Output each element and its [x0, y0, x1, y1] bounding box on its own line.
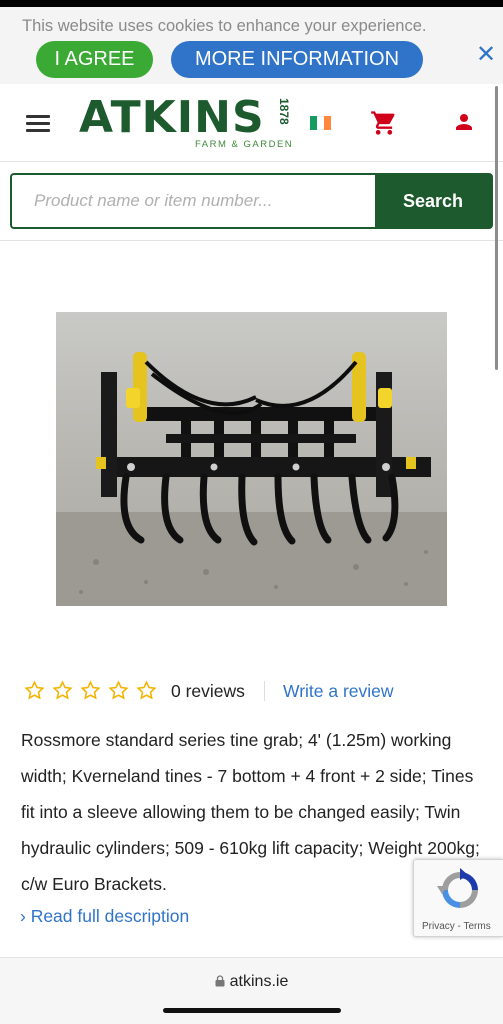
divider — [0, 240, 503, 241]
menu-icon[interactable] — [26, 115, 50, 133]
divider — [264, 681, 265, 701]
star-icon — [108, 680, 129, 700]
rating-row: 0 reviews Write a review — [24, 680, 484, 704]
lock-icon — [215, 975, 225, 987]
agree-button[interactable]: I AGREE — [36, 41, 153, 78]
product-image[interactable] — [56, 312, 447, 606]
recaptcha-icon — [437, 868, 478, 908]
write-review-link[interactable]: Write a review — [283, 681, 394, 702]
star-rating[interactable] — [24, 680, 157, 704]
recaptcha-links[interactable]: Privacy - Terms — [422, 921, 491, 932]
user-icon[interactable] — [452, 110, 476, 134]
url-field[interactable]: atkins.ie — [0, 973, 503, 991]
cookie-message: This website uses cookies to enhance you… — [22, 17, 427, 35]
search-button[interactable]: Search — [375, 175, 491, 227]
star-icon — [24, 680, 45, 700]
read-full-description-link[interactable]: › Read full description — [20, 906, 189, 927]
logo-tagline: FARM & GARDEN — [195, 139, 294, 150]
cookie-banner: This website uses cookies to enhance you… — [0, 7, 503, 84]
cart-icon[interactable] — [370, 109, 398, 137]
star-icon — [136, 680, 157, 700]
search-bar: Search — [10, 173, 493, 229]
more-information-button[interactable]: MORE INFORMATION — [171, 41, 423, 78]
logo-year: 1878 — [277, 98, 291, 125]
reviews-count[interactable]: 0 reviews — [171, 681, 245, 702]
star-icon — [52, 680, 73, 700]
search-input[interactable] — [12, 175, 376, 227]
close-icon[interactable]: ✕ — [474, 43, 498, 67]
star-icon — [80, 680, 101, 700]
site-logo[interactable]: ATKINS 1878 FARM & GARDEN — [79, 96, 295, 154]
ireland-flag-icon[interactable] — [310, 116, 331, 130]
url-text: atkins.ie — [229, 973, 289, 990]
site-header: ATKINS 1878 FARM & GARDEN — [0, 84, 503, 162]
scrollbar[interactable] — [495, 86, 498, 370]
status-bar — [0, 0, 503, 7]
browser-address-bar: atkins.ie — [0, 957, 503, 1024]
recaptcha-badge[interactable]: Privacy - Terms — [413, 859, 503, 937]
home-indicator[interactable] — [163, 1008, 341, 1013]
tine-grab-illustration — [56, 352, 447, 606]
logo-text: ATKINS — [79, 92, 265, 143]
